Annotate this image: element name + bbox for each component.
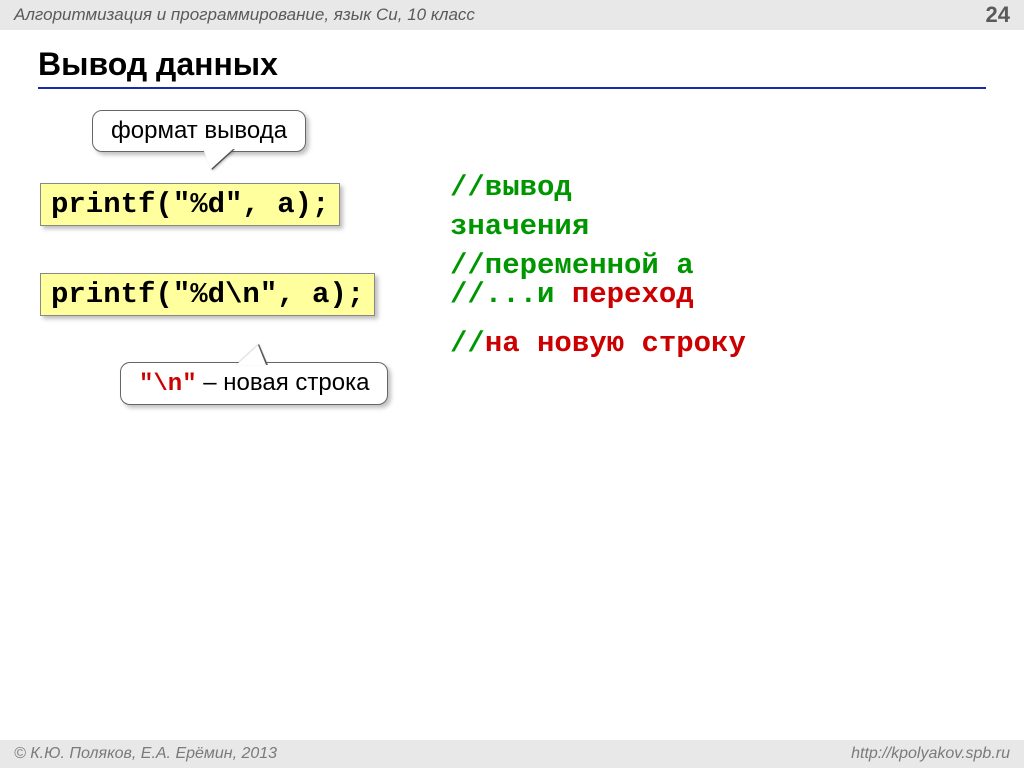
callout-newline-text: – новая строка (197, 369, 370, 396)
comment-line: //...и переход (450, 275, 746, 314)
comment-newline: //...и переход //на новую строку (450, 275, 746, 363)
header-bar: Алгоритмизация и программирование, язык … (0, 0, 1024, 30)
footer-copyright: © К.Ю. Поляков, Е.А. Ерёмин, 2013 (14, 745, 277, 763)
callout-format: формат вывода (92, 110, 306, 152)
code-printf-2: printf("%d\n", a); (40, 273, 375, 316)
callout-newline-code: "\n" (139, 371, 197, 398)
comment-output-value: //вывод значения //переменной a (450, 168, 694, 285)
comment-line: //вывод (450, 168, 694, 207)
footer-url: http://kpolyakov.spb.ru (851, 745, 1010, 763)
callout-format-text: формат вывода (111, 117, 287, 144)
page-title: Вывод данных (38, 46, 986, 89)
callout-newline: "\n" – новая строка (120, 362, 388, 405)
footer-bar: © К.Ю. Поляков, Е.А. Ерёмин, 2013 http:/… (0, 740, 1024, 768)
comment-line: //на новую строку (450, 324, 746, 363)
page-number: 24 (986, 2, 1010, 28)
code-printf-1: printf("%d", a); (40, 183, 340, 226)
header-subject: Алгоритмизация и программирование, язык … (14, 5, 986, 25)
comment-line: значения (450, 207, 694, 246)
